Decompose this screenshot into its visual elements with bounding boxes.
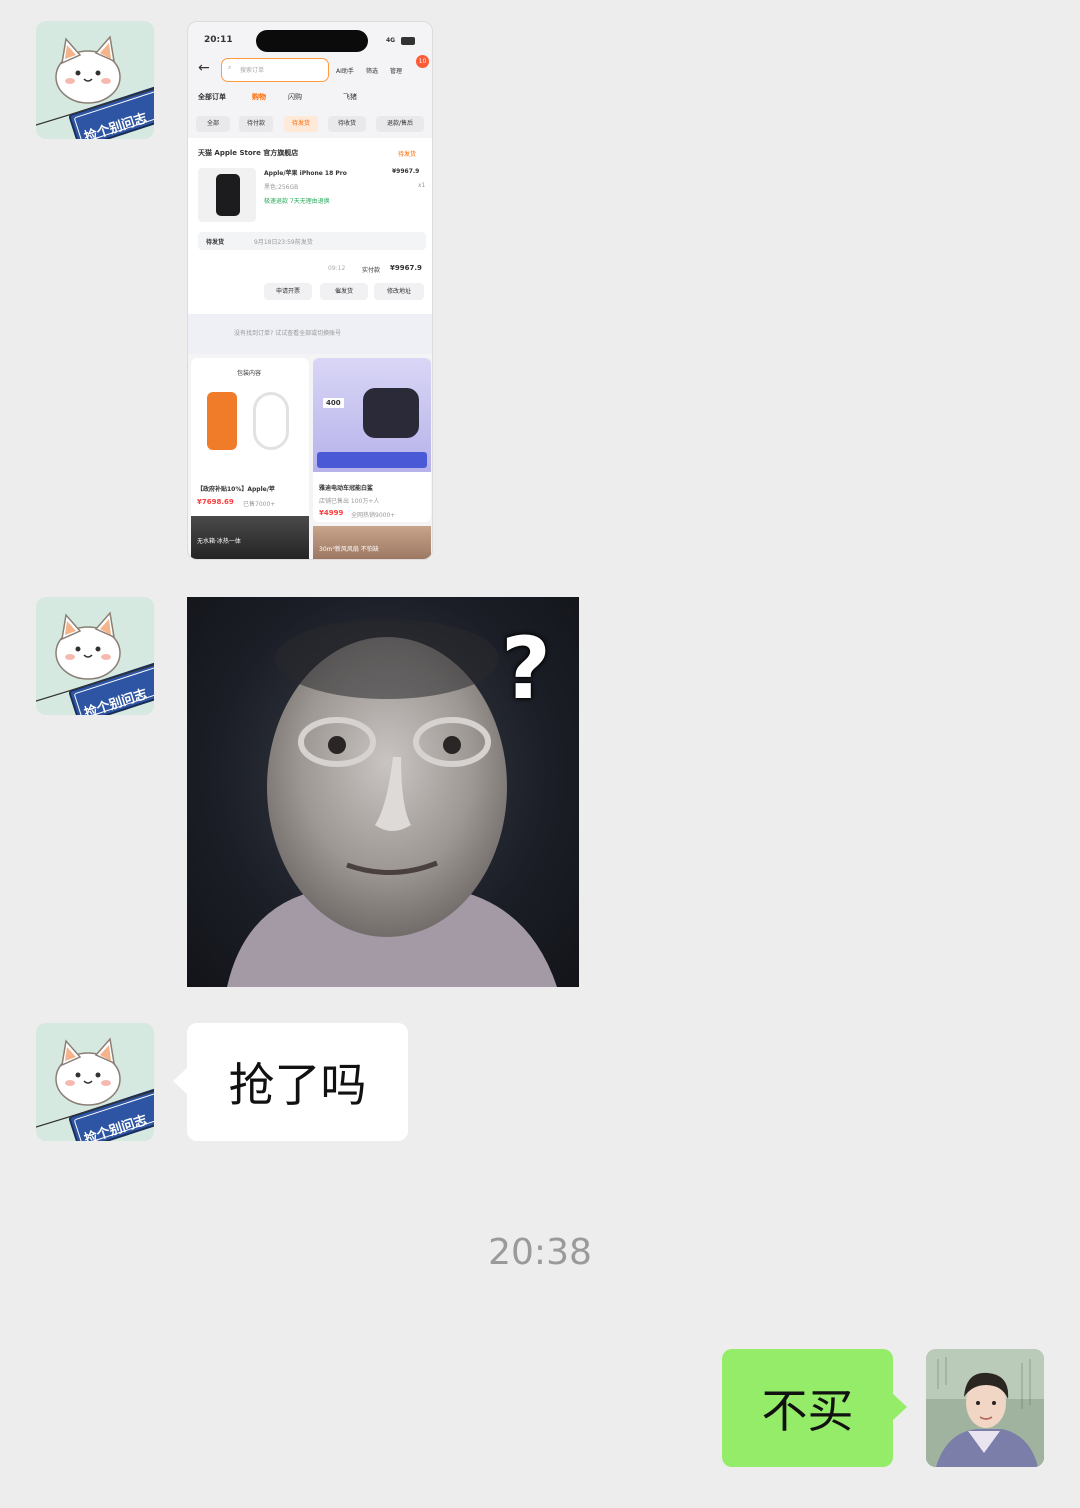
rec1-title: 【政府补贴10%】Apple/苹 xyxy=(197,486,275,493)
order-card[interactable]: 天猫 Apple Store 官方旗舰店 待发货 Apple/苹果 iPhone… xyxy=(188,138,432,334)
search-icon: ⌕ xyxy=(228,64,232,71)
tab-flash-buy[interactable]: 闪购 xyxy=(288,92,302,102)
recommend-card-scooter[interactable]: 400 雅迪电动车冠能白鲨 店铺已售出 100万+人 ¥4999 全网热销900… xyxy=(313,358,431,522)
incoming-message-bubble[interactable]: 抢了吗 xyxy=(173,1023,408,1141)
scooter-promo-strip xyxy=(317,452,427,468)
sub-tab-pending-ship[interactable]: 待发货 xyxy=(284,116,318,132)
cat-mascot-icon: 捡个别问志 xyxy=(36,597,154,715)
rec1-price: ¥7698.69 xyxy=(197,498,234,506)
order-time: 09:12 xyxy=(328,265,346,272)
rec2-price: ¥4999 xyxy=(319,509,344,517)
product-price: ¥9967.9 xyxy=(392,168,420,175)
search-input[interactable]: ⌕ 搜索订单 xyxy=(221,58,329,82)
question-mark-icon: ? xyxy=(501,619,551,719)
contact-avatar[interactable]: 捡个别问志 xyxy=(36,21,154,139)
tab-fliggy[interactable]: 飞猪 xyxy=(343,92,357,102)
sub-tab-row: 全部 待付款 待发货 待收货 退款/售后 xyxy=(196,116,426,132)
product-name[interactable]: Apple/苹果 iPhone 18 Pro xyxy=(264,168,347,177)
tab-shopping[interactable]: 购物 xyxy=(252,92,266,102)
sub-tab-refund[interactable]: 退款/售后 xyxy=(376,116,424,132)
network-label: 4G xyxy=(386,37,396,44)
recommend-card-fridge[interactable]: 无水箱·冰热一体 xyxy=(191,516,309,559)
recommend-card-iphone[interactable]: 包装内容 【政府补贴10%】Apple/苹 ¥7698.69 已售7000+ xyxy=(191,358,309,522)
rec1-sold: 已售7000+ xyxy=(243,501,276,508)
rec3-text: 无水箱·冰热一体 xyxy=(197,538,241,545)
scooter-banner: 400 xyxy=(313,358,431,472)
incoming-message-text: 抢了吗 xyxy=(228,1058,367,1112)
ai-assistant-button[interactable]: AI助手 xyxy=(336,66,354,75)
iphone-image xyxy=(216,174,240,216)
cable-image xyxy=(253,392,289,450)
recommend-card-fan[interactable]: 30m³新风风扇 不怕缺 xyxy=(313,526,431,559)
order-screenshot-image[interactable]: 20:11 4G ← ⌕ 搜索订单 AI助手 筛选 管理 10 全部订单 购物 … xyxy=(187,21,433,560)
outgoing-message-bubble[interactable]: 不买 xyxy=(722,1349,907,1467)
rec2-sub: 店铺已售出 100万+人 xyxy=(319,498,380,505)
sub-tab-pending-pay[interactable]: 待付款 xyxy=(239,116,273,132)
rec2-title: 雅迪电动车冠能白鲨 xyxy=(319,485,374,492)
orange-iphone-image xyxy=(207,392,237,450)
not-found-hint[interactable]: 没有找到订单? 试试查看全部或切换账号 xyxy=(234,328,341,337)
product-thumbnail[interactable] xyxy=(198,168,256,222)
back-arrow-icon[interactable]: ← xyxy=(198,60,210,76)
chat-timestamp: 20:38 xyxy=(488,1232,592,1273)
contact-avatar[interactable]: 捡个别问志 xyxy=(36,1023,154,1141)
rec2-hot: 全网热销9000+ xyxy=(351,512,396,519)
dynamic-island xyxy=(256,30,368,52)
ship-notice-bar: 待发货 9月18日23:59前发货 xyxy=(198,232,426,250)
tab-all-orders[interactable]: 全部订单 xyxy=(198,92,226,102)
hint-band: 没有找到订单? 试试查看全部或切换账号 xyxy=(188,314,432,354)
urge-shipping-button[interactable]: 催发货 xyxy=(320,283,368,300)
service-tags: 极速退款 7天无理由退换 xyxy=(264,198,330,205)
manage-button[interactable]: 管理 xyxy=(390,66,402,75)
change-address-button[interactable]: 修改地址 xyxy=(374,283,424,300)
contact-avatar[interactable]: 捡个别问志 xyxy=(36,597,154,715)
rec1-label: 包装内容 xyxy=(237,370,262,377)
battery-icon xyxy=(401,37,415,45)
invoice-button[interactable]: 申请开票 xyxy=(264,283,312,300)
filter-button[interactable]: 筛选 xyxy=(366,66,378,75)
paid-label: 实付款 xyxy=(362,267,381,274)
notification-badge: 10 xyxy=(416,55,429,68)
sub-tab-pending-receive[interactable]: 待收货 xyxy=(328,116,366,132)
my-avatar[interactable] xyxy=(926,1349,1044,1467)
sub-tab-all[interactable]: 全部 xyxy=(196,116,230,132)
store-name[interactable]: 天猫 Apple Store 官方旗舰店 xyxy=(198,148,298,158)
scooter-image xyxy=(363,388,419,438)
cat-mascot-icon: 捡个别问志 xyxy=(36,1023,154,1141)
ship-notice-label: 待发货 xyxy=(206,239,225,246)
outgoing-message-text: 不买 xyxy=(761,1384,854,1438)
meme-image[interactable]: ? xyxy=(187,597,579,987)
product-qty: x1 xyxy=(418,182,426,189)
product-spec: 黑色;256GB xyxy=(264,184,299,191)
rec2-promo: 400 xyxy=(323,398,344,408)
ship-notice-text: 9月18日23:59前发货 xyxy=(254,239,313,246)
paid-amount: ¥9967.9 xyxy=(390,264,422,272)
order-status: 待发货 xyxy=(398,151,417,158)
cat-mascot-icon: 捡个别问志 xyxy=(36,21,154,139)
status-time: 20:11 xyxy=(204,35,233,45)
rec4-text: 30m³新风风扇 不怕缺 xyxy=(319,546,379,553)
portrait-avatar-icon xyxy=(926,1349,1044,1467)
search-placeholder: 搜索订单 xyxy=(240,67,265,74)
